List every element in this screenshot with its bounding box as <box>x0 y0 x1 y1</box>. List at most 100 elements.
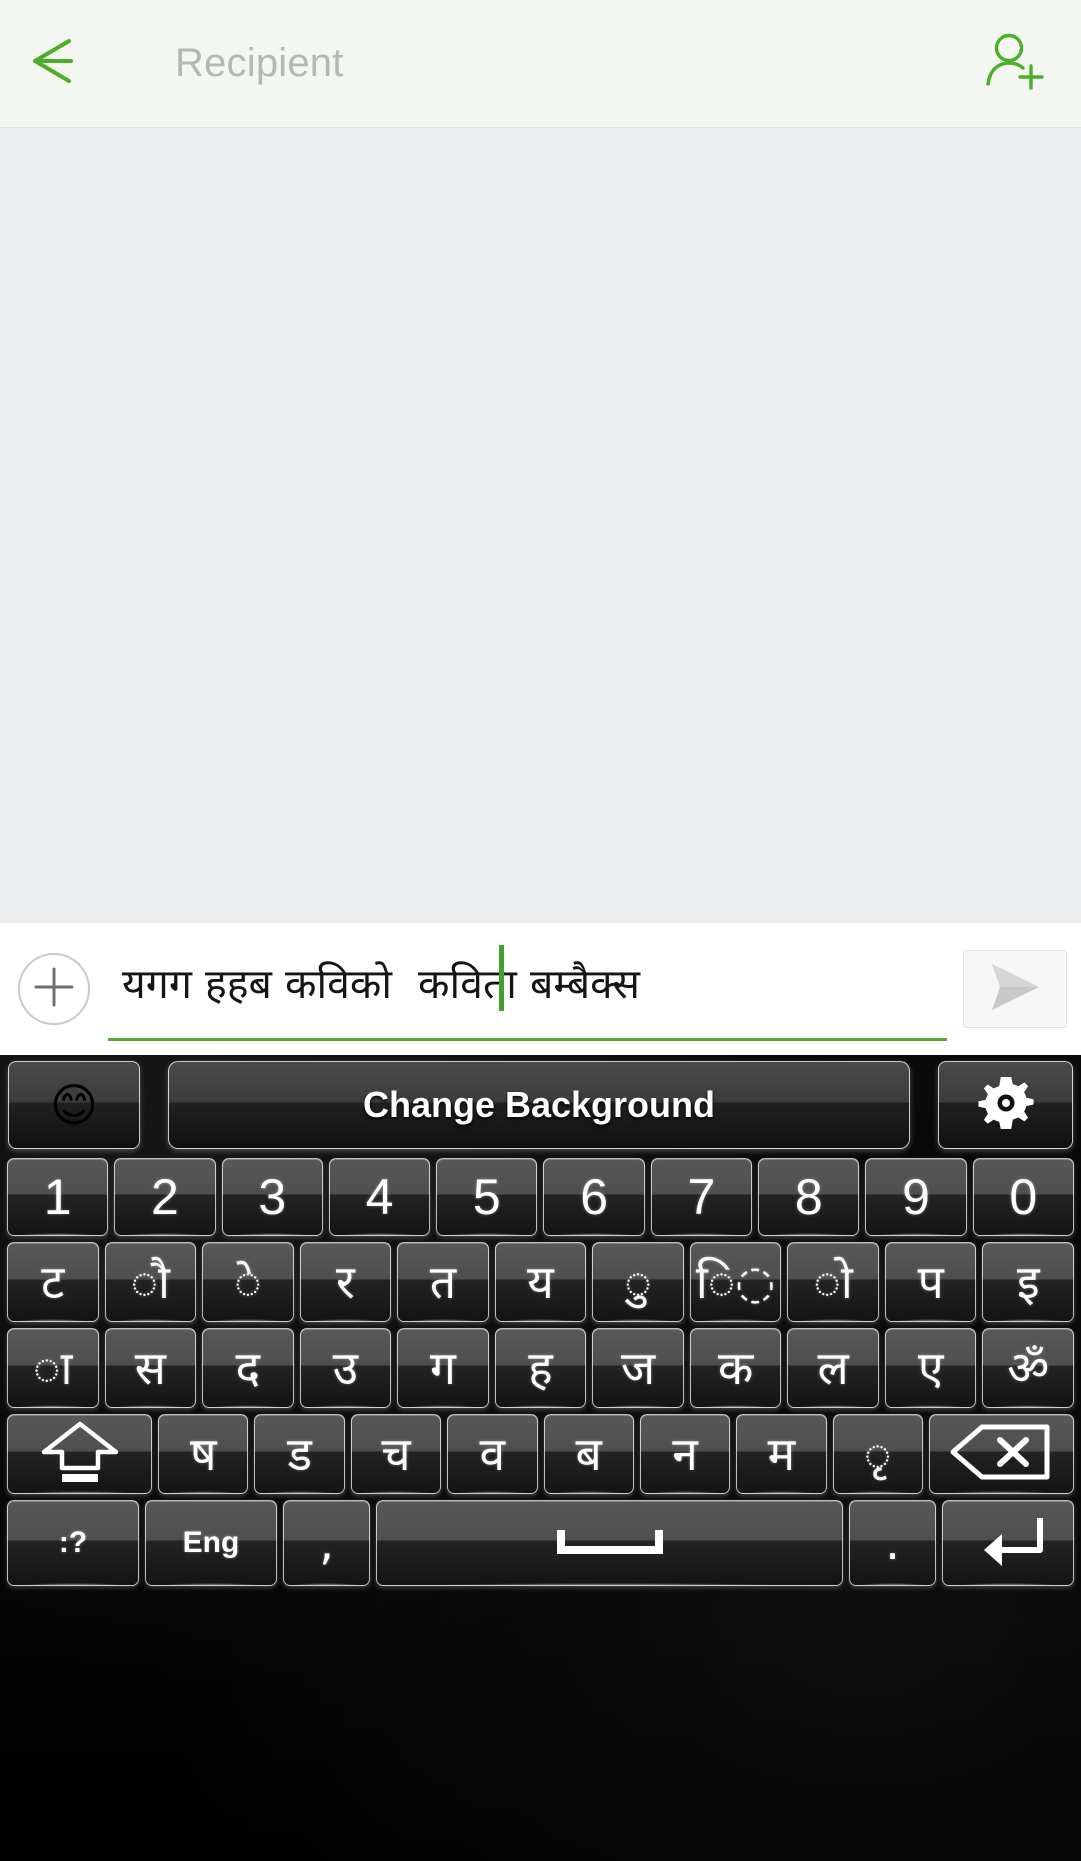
key-label: उ <box>332 1341 359 1395</box>
attach-button[interactable] <box>18 953 90 1025</box>
key-label: द <box>235 1341 261 1395</box>
key-label: ॐ <box>1007 1341 1050 1395</box>
key-label: ◌ृ <box>864 1427 892 1481</box>
key-va[interactable]: व <box>447 1414 538 1494</box>
conversation-thread[interactable] <box>0 128 1081 923</box>
key-label: ि◌ <box>695 1255 776 1309</box>
key-ra[interactable]: र <box>299 1242 392 1322</box>
message-text: यगग हहब कविको कविता बम्बैक्स <box>122 960 640 1008</box>
key-2[interactable]: 2 <box>114 1158 216 1236</box>
add-contact-icon <box>985 32 1047 95</box>
shift-key[interactable] <box>7 1414 153 1494</box>
key-ca[interactable]: च <box>350 1414 442 1494</box>
recipient-input[interactable]: Recipient <box>120 0 951 128</box>
key-ba[interactable]: ब <box>543 1414 634 1494</box>
key-vowel-u[interactable]: ◌ु <box>592 1242 684 1322</box>
key-label: 4 <box>365 1169 394 1225</box>
key-label: :? <box>58 1526 88 1559</box>
send-button[interactable] <box>963 950 1067 1028</box>
key-label: 9 <box>902 1169 930 1225</box>
key-sa[interactable]: स <box>104 1328 197 1408</box>
key-label: ज <box>620 1341 656 1395</box>
change-background-button[interactable]: Change Background <box>168 1061 910 1149</box>
symbols-key[interactable]: :? <box>7 1500 139 1586</box>
emoji-smiley-icon: 😊 <box>50 1079 98 1131</box>
enter-key[interactable] <box>942 1500 1074 1586</box>
key-label: स <box>134 1341 166 1395</box>
key-label: क <box>717 1341 754 1395</box>
backspace-key[interactable] <box>928 1414 1074 1494</box>
key-vowel-aa[interactable]: ◌ा <box>7 1328 99 1408</box>
enter-return-icon <box>966 1510 1050 1577</box>
send-icon <box>984 959 1046 1020</box>
key-na[interactable]: न <box>639 1414 731 1494</box>
keyboard-letter-row-3: ष ड च व ब न म ◌ृ <box>4 1411 1077 1497</box>
keyboard-settings-button[interactable] <box>938 1061 1073 1149</box>
message-input[interactable]: यगग हहब कविको कविता बम्बैक्स <box>108 937 947 1041</box>
text-caret <box>499 945 504 1011</box>
key-dda[interactable]: ड <box>254 1414 345 1494</box>
key-i[interactable]: इ <box>982 1242 1075 1322</box>
key-label: 8 <box>794 1169 823 1225</box>
key-label: प <box>917 1255 944 1309</box>
language-key[interactable]: Eng <box>145 1500 277 1586</box>
key-vowel-au[interactable]: ◌ौ <box>104 1242 197 1322</box>
key-label: 6 <box>580 1169 609 1225</box>
key-e[interactable]: ए <box>884 1328 977 1408</box>
key-label: व <box>479 1427 506 1481</box>
keyboard-number-row: 1 2 3 4 5 6 7 8 9 0 <box>4 1155 1077 1239</box>
shift-up-arrow-icon <box>34 1419 126 1490</box>
key-0[interactable]: 0 <box>972 1158 1074 1236</box>
key-ga[interactable]: ग <box>397 1328 489 1408</box>
key-label: 5 <box>472 1169 501 1225</box>
emoji-button[interactable]: 😊 <box>8 1061 140 1149</box>
add-contact-button[interactable] <box>951 0 1081 128</box>
key-6[interactable]: 6 <box>543 1158 645 1236</box>
key-1[interactable]: 1 <box>7 1158 109 1236</box>
key-8[interactable]: 8 <box>758 1158 860 1236</box>
key-ssa[interactable]: ष <box>158 1414 249 1494</box>
period-key[interactable]: . <box>849 1500 936 1586</box>
key-label: ◌ौ <box>130 1255 170 1309</box>
key-vowel-ri[interactable]: ◌ृ <box>832 1414 923 1494</box>
comma-key[interactable]: , <box>283 1500 370 1586</box>
key-7[interactable]: 7 <box>650 1158 753 1236</box>
key-label: च <box>381 1427 411 1481</box>
keyboard-letter-row-1: ट ◌ौ ◌े र त य ◌ु ि◌ ◌ो प इ <box>4 1239 1077 1325</box>
key-u[interactable]: उ <box>299 1328 392 1408</box>
key-ta[interactable]: ट <box>7 1242 99 1322</box>
key-9[interactable]: 9 <box>865 1158 967 1236</box>
backspace-icon <box>949 1421 1053 1488</box>
key-vowel-o[interactable]: ◌ो <box>787 1242 879 1322</box>
key-la[interactable]: ल <box>787 1328 879 1408</box>
key-label: ग <box>430 1341 456 1395</box>
key-ka[interactable]: क <box>689 1328 782 1408</box>
key-ma[interactable]: म <box>736 1414 827 1494</box>
key-vowel-e[interactable]: ◌े <box>202 1242 294 1322</box>
keyboard-bottom-row: :? Eng , . <box>4 1497 1077 1589</box>
back-button[interactable] <box>0 0 120 128</box>
key-ja[interactable]: ज <box>592 1328 684 1408</box>
key-da[interactable]: द <box>202 1328 294 1408</box>
key-label: ल <box>817 1341 849 1395</box>
key-label: 2 <box>151 1169 179 1225</box>
recipient-placeholder: Recipient <box>175 41 344 85</box>
key-label: ब <box>575 1427 602 1481</box>
keyboard-letter-row-2: ◌ा स द उ ग ह ज क ल ए ॐ <box>4 1325 1077 1411</box>
key-vowel-i[interactable]: ि◌ <box>689 1242 782 1322</box>
key-ha[interactable]: ह <box>494 1328 587 1408</box>
key-4[interactable]: 4 <box>328 1158 431 1236</box>
key-label: , <box>319 1516 334 1570</box>
key-ya[interactable]: य <box>494 1242 587 1322</box>
key-tha[interactable]: त <box>397 1242 489 1322</box>
key-label: य <box>527 1255 554 1309</box>
messaging-compose-screen: Recipient यगग हहब कविको कविता बम्बैक्स 😊… <box>0 0 1081 1861</box>
key-5[interactable]: 5 <box>436 1158 538 1236</box>
space-key[interactable] <box>376 1500 843 1586</box>
virtual-keyboard: 😊 Change Background 1 2 3 4 5 6 7 8 9 0 … <box>0 1055 1081 1861</box>
key-label: ए <box>917 1341 944 1395</box>
key-3[interactable]: 3 <box>221 1158 323 1236</box>
key-om[interactable]: ॐ <box>982 1328 1075 1408</box>
key-label: र <box>336 1255 355 1309</box>
key-pa[interactable]: प <box>884 1242 977 1322</box>
